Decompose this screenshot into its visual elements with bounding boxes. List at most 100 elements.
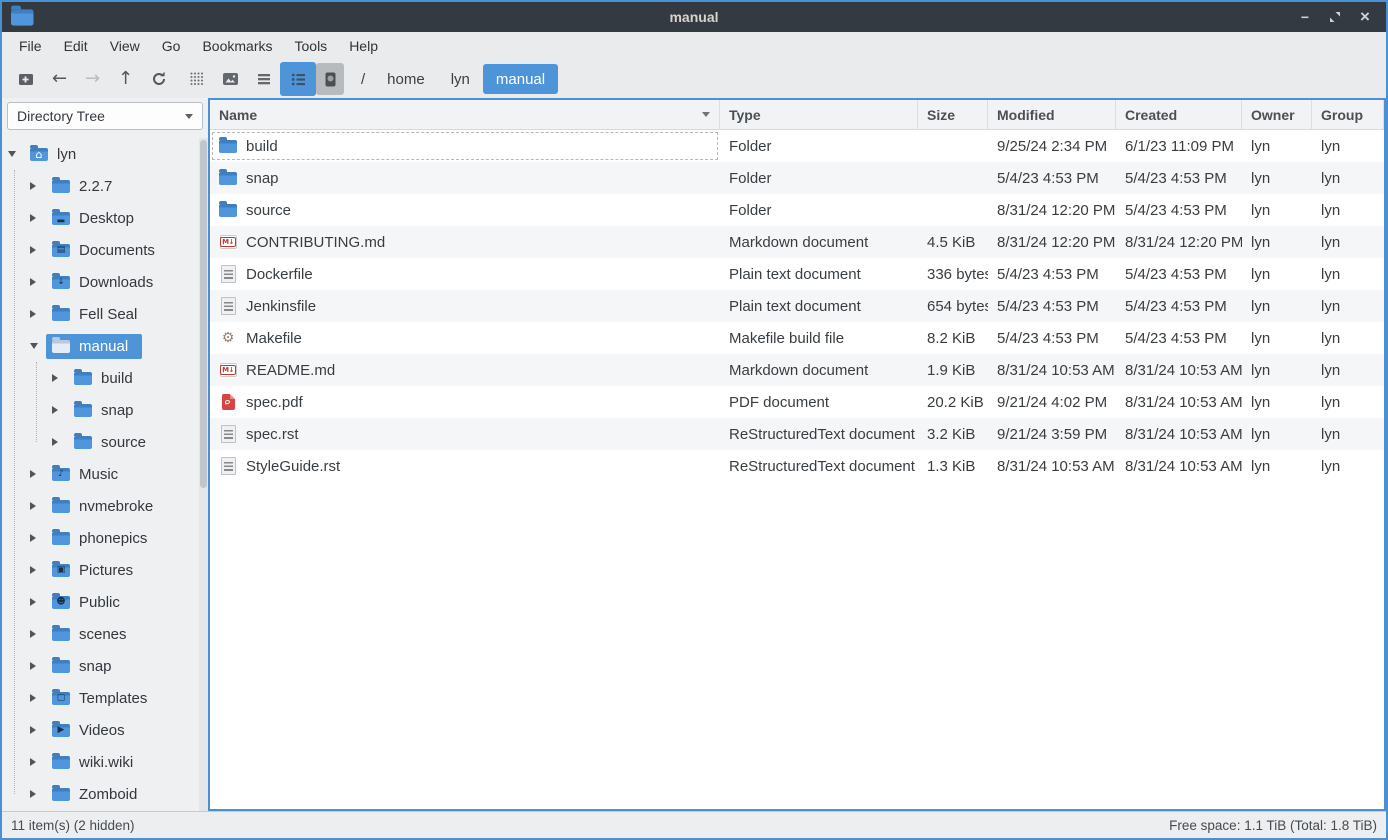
expander-icon[interactable] — [30, 662, 36, 670]
expander-icon[interactable] — [30, 790, 36, 798]
expander-icon[interactable] — [30, 758, 36, 766]
breadcrumb-manual[interactable]: manual — [483, 64, 558, 94]
expander-icon[interactable] — [30, 694, 36, 702]
expander-icon[interactable] — [30, 214, 36, 222]
up-button[interactable]: ↑ — [109, 64, 142, 94]
minimize-button[interactable]: − — [1294, 5, 1316, 29]
tree-item-nvmebroke[interactable]: nvmebroke — [2, 490, 199, 522]
column-header-created[interactable]: Created — [1116, 100, 1242, 129]
file-row-source[interactable]: sourceFolder8/31/24 12:20 PM5/4/23 4:53 … — [210, 194, 1384, 226]
tree-item-pictures[interactable]: ▣Pictures — [2, 554, 199, 586]
back-button[interactable]: ← — [43, 64, 76, 94]
titlebar[interactable]: manual −× — [2, 2, 1386, 32]
expander-icon[interactable] — [52, 406, 58, 414]
file-row-snap[interactable]: snapFolder5/4/23 4:53 PM5/4/23 4:53 PMly… — [210, 162, 1384, 194]
icon-view-button[interactable] — [181, 64, 214, 94]
file-row-styleguide.rst[interactable]: StyleGuide.rstReStructuredText document1… — [210, 450, 1384, 482]
thumbnail-view-button[interactable] — [214, 64, 247, 94]
tree-item-lyn[interactable]: ⌂lyn — [2, 138, 199, 170]
expander-icon[interactable] — [30, 598, 36, 606]
tree-item-scenes[interactable]: scenes — [2, 618, 199, 650]
column-header-size[interactable]: Size — [918, 100, 988, 129]
folder-icon — [52, 308, 70, 321]
close-button[interactable]: × — [1354, 5, 1376, 29]
tree-item-music[interactable]: ♪Music — [2, 458, 199, 490]
tree-item-source[interactable]: source — [2, 426, 199, 458]
tree-item-snap[interactable]: snap — [2, 650, 199, 682]
tree-item-public[interactable]: ☻Public — [2, 586, 199, 618]
compact-view-button[interactable] — [247, 64, 280, 94]
file-row-makefile[interactable]: ⚙MakefileMakefile build file8.2 KiB5/4/2… — [210, 322, 1384, 354]
tree-item-snap[interactable]: snap — [2, 394, 199, 426]
column-header-modified[interactable]: Modified — [988, 100, 1116, 129]
menu-edit[interactable]: Edit — [53, 32, 99, 60]
menu-tools[interactable]: Tools — [284, 32, 339, 60]
sidebar-mode-select[interactable]: Directory Tree — [7, 102, 203, 130]
expander-icon[interactable] — [30, 278, 36, 286]
tree-item-manual[interactable]: manual — [2, 330, 199, 362]
column-header-name[interactable]: Name — [210, 100, 720, 129]
sidebar-scrollbar-thumb[interactable] — [200, 140, 207, 488]
expander-icon[interactable] — [30, 182, 36, 190]
tree-item-videos[interactable]: ▶Videos — [2, 714, 199, 746]
expander-icon[interactable] — [30, 630, 36, 638]
expander-icon[interactable] — [30, 343, 38, 349]
search-toggle-button[interactable] — [316, 63, 344, 95]
cell-type: Markdown document — [720, 354, 918, 386]
expander-icon[interactable] — [30, 726, 36, 734]
breadcrumb-lyn[interactable]: lyn — [438, 64, 483, 94]
file-row-contributing.md[interactable]: M↓CONTRIBUTING.mdMarkdown document4.5 Ki… — [210, 226, 1384, 258]
tree-item-label: nvmebroke — [79, 498, 153, 515]
close-icon: × — [1360, 7, 1370, 27]
cell-owner: lyn — [1242, 450, 1312, 482]
directory-tree: ⌂lyn2.2.7▂Desktop▤Documents↓DownloadsFel… — [2, 138, 199, 811]
tree-item-phonepics[interactable]: phonepics — [2, 522, 199, 554]
tree-item-wiki.wiki[interactable]: wiki.wiki — [2, 746, 199, 778]
reload-button[interactable] — [142, 64, 175, 94]
tree-item-desktop[interactable]: ▂Desktop — [2, 202, 199, 234]
new-tab-button[interactable] — [10, 64, 43, 94]
file-row-readme.md[interactable]: M↓README.mdMarkdown document1.9 KiB8/31/… — [210, 354, 1384, 386]
tree-item-2.2.7[interactable]: 2.2.7 — [2, 170, 199, 202]
file-row-spec.pdf[interactable]: spec.pdfPDF document20.2 KiB9/21/24 4:02… — [210, 386, 1384, 418]
menu-file[interactable]: File — [8, 32, 53, 60]
column-header-group[interactable]: Group — [1312, 100, 1384, 129]
expander-icon[interactable] — [8, 151, 16, 157]
tree-item-zomboid[interactable]: Zomboid — [2, 778, 199, 810]
tree-item-downloads[interactable]: ↓Downloads — [2, 266, 199, 298]
file-row-jenkinsfile[interactable]: JenkinsfilePlain text document654 bytes5… — [210, 290, 1384, 322]
detailed-list-view-button[interactable] — [280, 62, 316, 96]
sidebar-scrollbar[interactable] — [199, 138, 208, 811]
tree-item-documents[interactable]: ▤Documents — [2, 234, 199, 266]
expander-icon[interactable] — [52, 438, 58, 446]
tree-item-templates[interactable]: ▢Templates — [2, 682, 199, 714]
expander-icon[interactable] — [30, 310, 36, 318]
tree-item-label: Templates — [79, 690, 147, 707]
expander-icon[interactable] — [30, 470, 36, 478]
expander-icon[interactable] — [30, 246, 36, 254]
file-row-build[interactable]: buildFolder9/25/24 2:34 PM6/1/23 11:09 P… — [210, 130, 1384, 162]
menu-go[interactable]: Go — [151, 32, 192, 60]
column-header-type[interactable]: Type — [720, 100, 918, 129]
breadcrumb-root[interactable]: / — [352, 64, 374, 94]
forward-button[interactable]: → — [76, 64, 109, 94]
restore-button[interactable] — [1324, 5, 1346, 29]
expander-icon[interactable] — [30, 502, 36, 510]
tree-item-label: Documents — [79, 242, 155, 259]
file-row-dockerfile[interactable]: DockerfilePlain text document336 bytes5/… — [210, 258, 1384, 290]
column-label: Group — [1321, 107, 1363, 123]
file-list[interactable]: buildFolder9/25/24 2:34 PM6/1/23 11:09 P… — [210, 130, 1384, 809]
menu-bookmarks[interactable]: Bookmarks — [191, 32, 283, 60]
breadcrumb-home[interactable]: home — [374, 64, 438, 94]
expander-icon[interactable] — [52, 374, 58, 382]
column-header-owner[interactable]: Owner — [1242, 100, 1312, 129]
tree-item-fell-seal[interactable]: Fell Seal — [2, 298, 199, 330]
markdown-icon: M↓ — [219, 235, 237, 249]
expander-icon[interactable] — [30, 566, 36, 574]
expander-icon[interactable] — [30, 534, 36, 542]
menu-view[interactable]: View — [99, 32, 151, 60]
menu-help[interactable]: Help — [338, 32, 389, 60]
file-row-spec.rst[interactable]: spec.rstReStructuredText document3.2 KiB… — [210, 418, 1384, 450]
toolbar: ←→↑ /homelynmanual — [2, 60, 1386, 98]
tree-item-build[interactable]: build — [2, 362, 199, 394]
